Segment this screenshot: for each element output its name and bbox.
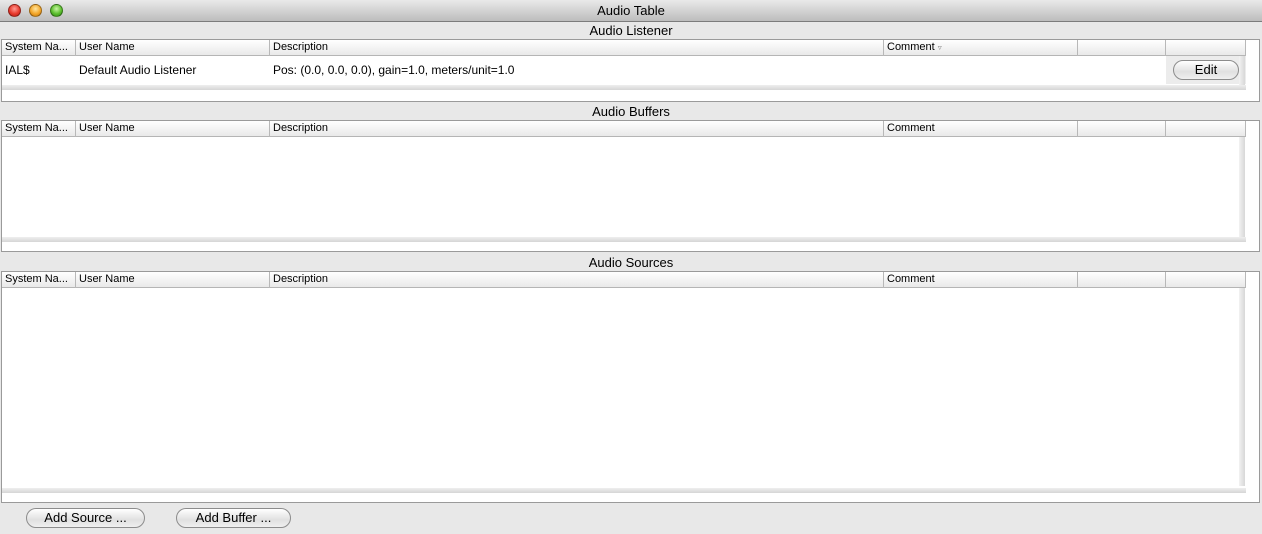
buffers-section-title: Audio Buffers — [0, 103, 1262, 120]
column-header-action[interactable] — [1166, 272, 1246, 288]
column-header-comment[interactable]: Comment — [884, 272, 1078, 288]
listener-table: System Na... User Name Description Comme… — [1, 39, 1260, 102]
listener-horizontal-scrollbar[interactable] — [2, 85, 1246, 90]
edit-button[interactable]: Edit — [1173, 60, 1239, 80]
row-description: Pos: (0.0, 0.0, 0.0), gain=1.0, meters/u… — [273, 63, 515, 77]
window-title: Audio Table — [597, 3, 665, 18]
sources-horizontal-scrollbar[interactable] — [2, 488, 1246, 493]
buffers-vertical-scrollbar[interactable] — [1239, 137, 1245, 237]
column-header-description[interactable]: Description — [270, 272, 884, 288]
window-titlebar: Audio Table — [0, 0, 1262, 22]
listener-vertical-scrollbar[interactable] — [1239, 56, 1245, 85]
column-header-description[interactable]: Description — [270, 40, 884, 56]
listener-table-header: System Na... User Name Description Comme… — [2, 40, 1246, 56]
sources-table-header: System Na... User Name Description Comme… — [2, 272, 1246, 288]
column-header-user-name[interactable]: User Name — [76, 121, 270, 137]
column-header-extra[interactable] — [1078, 272, 1166, 288]
column-header-action[interactable] — [1166, 121, 1246, 137]
sources-vertical-scrollbar[interactable] — [1239, 288, 1245, 486]
column-header-action[interactable] — [1166, 40, 1246, 56]
column-header-description[interactable]: Description — [270, 121, 884, 137]
column-header-comment[interactable]: Comment — [884, 121, 1078, 137]
add-buffer-button[interactable]: Add Buffer ... — [176, 508, 291, 528]
close-window-icon[interactable] — [8, 4, 21, 17]
sources-table: System Na... User Name Description Comme… — [1, 271, 1260, 503]
buffers-table: System Na... User Name Description Comme… — [1, 120, 1260, 252]
column-header-system-name[interactable]: System Na... — [2, 272, 76, 288]
row-system-name: IAL$ — [5, 63, 30, 77]
listener-section-title: Audio Listener — [0, 22, 1262, 39]
sort-indicator-icon: ▿ — [937, 43, 942, 52]
column-header-user-name[interactable]: User Name — [76, 272, 270, 288]
column-header-user-name[interactable]: User Name — [76, 40, 270, 56]
buffers-horizontal-scrollbar[interactable] — [2, 237, 1246, 242]
minimize-window-icon[interactable] — [29, 4, 42, 17]
sources-section-title: Audio Sources — [0, 254, 1262, 271]
row-user-name: Default Audio Listener — [79, 63, 197, 77]
column-header-extra[interactable] — [1078, 40, 1166, 56]
zoom-window-icon[interactable] — [50, 4, 63, 17]
row-action-cell: Edit — [1166, 56, 1246, 84]
column-header-extra[interactable] — [1078, 121, 1166, 137]
table-row[interactable]: IAL$ Default Audio Listener Pos: (0.0, 0… — [2, 56, 1246, 84]
column-header-system-name[interactable]: System Na... — [2, 121, 76, 137]
column-header-system-name[interactable]: System Na... — [2, 40, 76, 56]
add-source-button[interactable]: Add Source ... — [26, 508, 145, 528]
buffers-table-header: System Na... User Name Description Comme… — [2, 121, 1246, 137]
bottom-toolbar: Add Source ... Add Buffer ... — [0, 503, 1262, 534]
column-header-comment-label: Comment — [887, 41, 935, 53]
column-header-comment[interactable]: Comment ▿ — [884, 40, 1078, 56]
